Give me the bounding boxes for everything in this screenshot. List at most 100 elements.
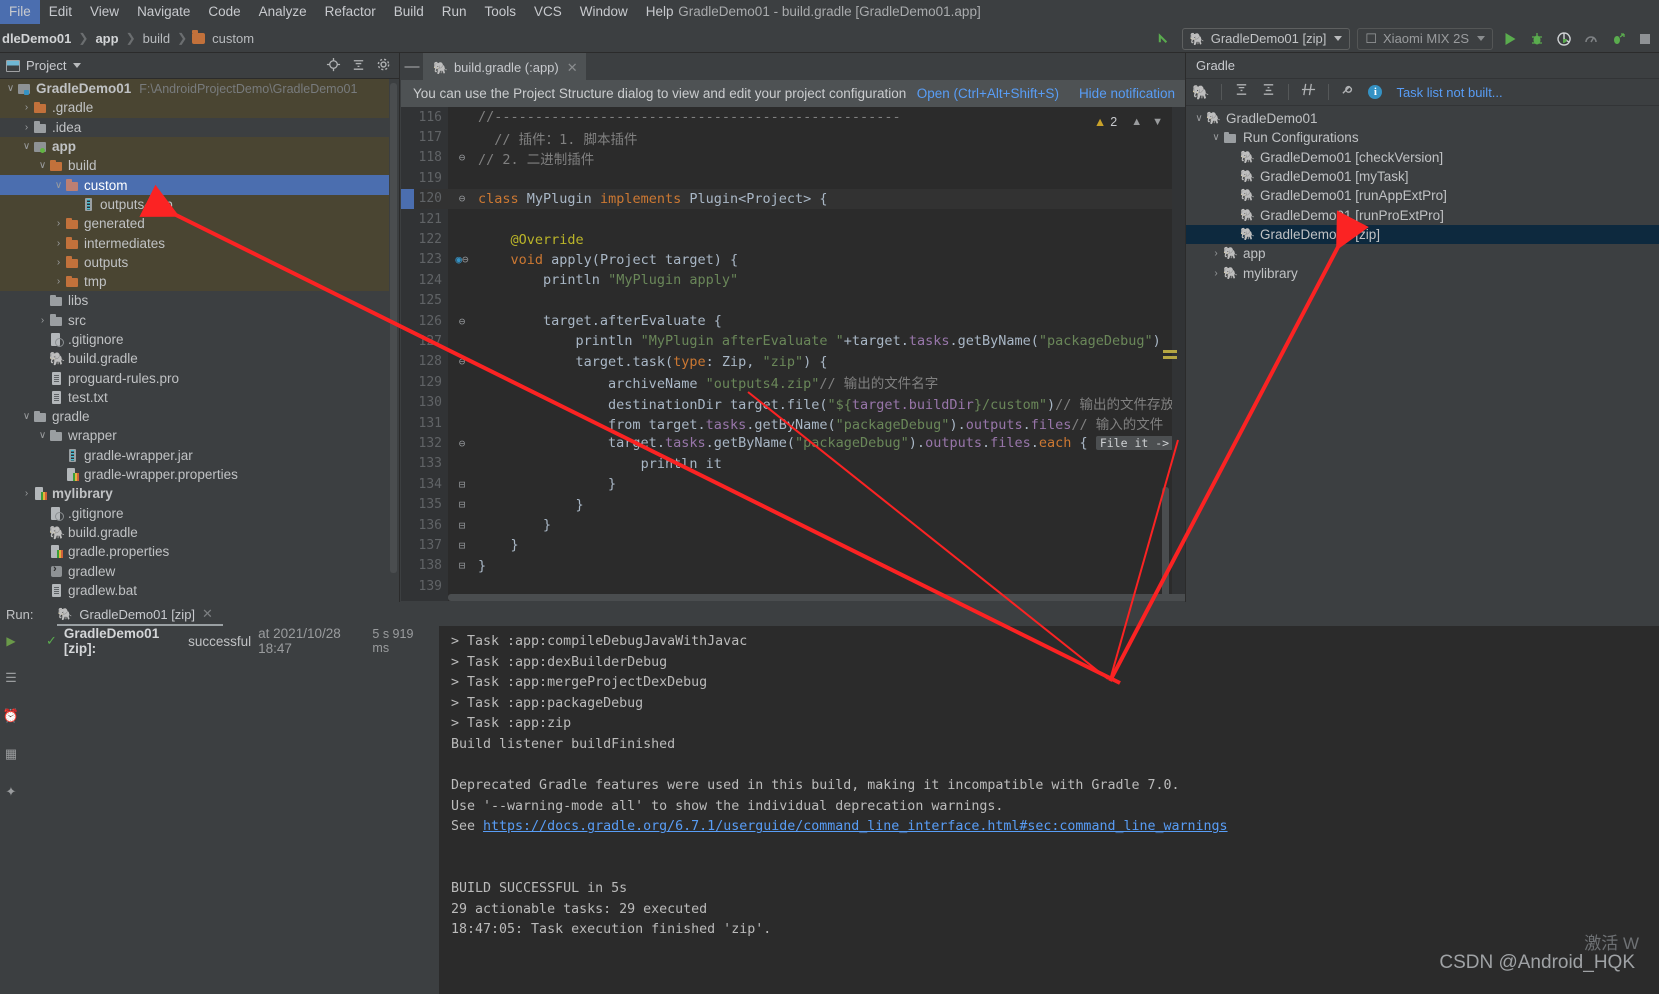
tree-row-build[interactable]: ∨ build bbox=[0, 156, 389, 176]
console-line-see-link[interactable]: See https://docs.gradle.org/6.7.1/usergu… bbox=[451, 819, 1659, 840]
close-icon[interactable]: ✕ bbox=[567, 60, 578, 76]
menu-build[interactable]: Build bbox=[385, 0, 433, 24]
tree-row--gradle[interactable]: › .gradle bbox=[0, 98, 389, 118]
gradle-tree-row-gradledemo01-mytask-[interactable]: 🐘 GradleDemo01 [myTask] bbox=[1186, 167, 1659, 186]
close-icon[interactable]: ✕ bbox=[202, 606, 213, 622]
editor-horizontal-scrollbar[interactable] bbox=[448, 594, 1185, 601]
tree-row-mylibrary[interactable]: › mylibrary bbox=[0, 484, 389, 503]
chevron-down-icon[interactable]: ∨ bbox=[52, 180, 65, 191]
chevron-down-icon[interactable]: ∨ bbox=[20, 141, 33, 152]
code-fold-icon[interactable]: ⊟ bbox=[448, 539, 476, 552]
gradle-tree-row-gradledemo01-runappextpro-[interactable]: 🐘 GradleDemo01 [runAppExtPro] bbox=[1186, 186, 1659, 205]
hide-notification-link[interactable]: Hide notification bbox=[1079, 86, 1175, 101]
code-line[interactable]: 134 ⊟ } bbox=[401, 474, 1185, 494]
gradle-tree-row-gradledemo01[interactable]: ∨ 🐘 GradleDemo01 bbox=[1186, 109, 1659, 128]
project-tree[interactable]: ∨ GradleDemo01 F:\AndroidProjectDemo\Gra… bbox=[0, 79, 389, 623]
locate-file-icon[interactable] bbox=[326, 57, 341, 75]
code-line[interactable]: 126 ⊖ target.afterEvaluate { bbox=[401, 311, 1185, 331]
code-fold-icon[interactable]: ⊖ bbox=[448, 315, 476, 328]
tree-row-build-gradle[interactable]: 🐘 build.gradle bbox=[0, 349, 389, 368]
chevron-down-icon[interactable]: ∨ bbox=[36, 430, 49, 441]
run-icon[interactable] bbox=[1500, 29, 1520, 49]
tree-row-root[interactable]: ∨ GradleDemo01 F:\AndroidProjectDemo\Gra… bbox=[0, 79, 389, 99]
search-everywhere-icon[interactable] bbox=[1155, 29, 1175, 49]
run-tab-gradledemo01-zip[interactable]: 🐘 GradleDemo01 [zip] ✕ bbox=[57, 602, 224, 626]
gradle-tree-row-gradledemo01-checkversion-[interactable]: 🐘 GradleDemo01 [checkVersion] bbox=[1186, 148, 1659, 167]
chevron-right-icon[interactable]: › bbox=[52, 238, 65, 249]
show-output-icon[interactable]: ▦ bbox=[5, 746, 17, 762]
code-line[interactable]: 127 println "MyPlugin afterEvaluate "+ta… bbox=[401, 331, 1185, 351]
menu-file[interactable]: File bbox=[0, 0, 40, 24]
run-with-coverage-icon[interactable] bbox=[1554, 29, 1574, 49]
gradle-tree-row-gradledemo01-zip-[interactable]: 🐘 GradleDemo01 [zip] bbox=[1186, 224, 1659, 245]
toggle-tasks-icon[interactable] bbox=[1301, 82, 1316, 102]
project-scrollbar[interactable] bbox=[390, 83, 397, 573]
tree-row--gitignore[interactable]: .gitignore bbox=[0, 504, 389, 523]
menu-navigate[interactable]: Navigate bbox=[128, 0, 199, 24]
code-fold-icon[interactable]: ⊖ bbox=[448, 151, 476, 164]
menu-analyze[interactable]: Analyze bbox=[250, 0, 316, 24]
chevron-right-icon[interactable]: › bbox=[36, 315, 49, 326]
code-lines[interactable]: 116 //-----------------------------------… bbox=[401, 107, 1185, 596]
code-line[interactable]: 122 @Override bbox=[401, 229, 1185, 249]
code-line[interactable]: 135 ⊟ } bbox=[401, 494, 1185, 514]
editor-tab-build-gradle[interactable]: 🐘 build.gradle (:app) ✕ bbox=[423, 53, 586, 80]
chevron-right-icon[interactable]: › bbox=[52, 218, 65, 229]
console-output[interactable]: > Task :app:compileDebugJavaWithJavac > T… bbox=[441, 626, 1659, 994]
rerun-icon[interactable]: ▶ bbox=[6, 634, 15, 648]
tree-row-app[interactable]: ∨ app bbox=[0, 136, 389, 157]
collapse-all-icon[interactable] bbox=[351, 57, 366, 75]
tree-row-src[interactable]: › src bbox=[0, 311, 389, 330]
code-fold-icon[interactable]: ⊖ bbox=[448, 192, 476, 205]
debug-icon[interactable] bbox=[1527, 29, 1547, 49]
run-build-tree[interactable]: ✓ GradleDemo01 [zip]: successful at 2021… bbox=[22, 626, 440, 994]
chevron-right-icon[interactable]: › bbox=[20, 488, 33, 499]
tree-row-proguard-rules-pro[interactable]: proguard-rules.pro bbox=[0, 368, 389, 387]
menu-edit[interactable]: Edit bbox=[40, 0, 81, 24]
code-fold-icon[interactable]: ⊟ bbox=[448, 519, 476, 532]
stop-icon[interactable] bbox=[1635, 29, 1655, 49]
build-status-row[interactable]: ✓ GradleDemo01 [zip]: successful at 2021… bbox=[22, 626, 439, 656]
menu-code[interactable]: Code bbox=[199, 0, 249, 24]
refresh-gradle-icon[interactable]: 🐘 bbox=[1192, 84, 1209, 101]
chevron-down-icon[interactable]: ∨ bbox=[1192, 113, 1206, 124]
code-fold-icon[interactable]: ⊖ bbox=[448, 355, 476, 368]
tree-row-test-txt[interactable]: test.txt bbox=[0, 388, 389, 407]
menu-view[interactable]: View bbox=[81, 0, 128, 24]
code-line[interactable]: 121 bbox=[401, 209, 1185, 229]
code-line[interactable]: 116 //-----------------------------------… bbox=[401, 107, 1185, 127]
code-line[interactable]: 123 ◉⊖ void apply(Project target) { bbox=[401, 250, 1185, 270]
inspection-status[interactable]: ▲ 2 ▲ ▼ bbox=[1094, 115, 1163, 129]
code-fold-icon[interactable]: ⊟ bbox=[448, 559, 476, 572]
gradle-tree-row-app[interactable]: › 🐘 app bbox=[1186, 244, 1659, 263]
code-line[interactable]: 133 println it bbox=[401, 454, 1185, 474]
breadcrumb-app[interactable]: app bbox=[93, 31, 120, 46]
toggle-tasks-icon[interactable]: ☰ bbox=[5, 670, 17, 686]
chevron-right-icon[interactable]: › bbox=[1209, 248, 1223, 259]
code-fold-icon[interactable]: ⊟ bbox=[448, 498, 476, 511]
code-fold-icon[interactable]: ⊟ bbox=[448, 478, 476, 491]
open-project-structure-link[interactable]: Open (Ctrl+Alt+Shift+S) bbox=[917, 86, 1059, 101]
breadcrumb-custom[interactable]: custom bbox=[210, 31, 256, 46]
tree-row-gradle[interactable]: ∨ gradle bbox=[0, 407, 389, 426]
code-line[interactable]: 131 from target.tasks.getByName("package… bbox=[401, 413, 1185, 434]
profiler-icon[interactable] bbox=[1581, 29, 1601, 49]
code-line[interactable]: 130 destinationDir target.file("${target… bbox=[401, 392, 1185, 413]
tree-row-gradlew[interactable]: gradlew bbox=[0, 561, 389, 580]
tree-row-gradle-wrapper-properties[interactable]: gradle-wrapper.properties bbox=[0, 465, 389, 484]
chevron-down-icon[interactable]: ∨ bbox=[1209, 132, 1223, 143]
gradle-tree-row-mylibrary[interactable]: › 🐘 mylibrary bbox=[1186, 263, 1659, 282]
menu-help[interactable]: Help bbox=[637, 0, 683, 24]
chevron-right-icon[interactable]: › bbox=[1209, 268, 1223, 279]
code-line[interactable]: 129 archiveName "outputs4.zip"// 输出的文件名字 bbox=[401, 372, 1185, 393]
chevron-right-icon[interactable]: › bbox=[52, 257, 65, 268]
code-line[interactable]: 117 // 插件：1. 脚本插件 bbox=[401, 127, 1185, 148]
run-configuration-selector[interactable]: 🐘 GradleDemo01 [zip] bbox=[1181, 27, 1351, 50]
tree-row--gitignore[interactable]: .gitignore bbox=[0, 330, 389, 349]
attach-debugger-icon[interactable] bbox=[1608, 29, 1628, 49]
code-line[interactable]: 132 ⊖ target.tasks.getByName("packageDebu… bbox=[401, 433, 1185, 453]
code-line[interactable]: 119 bbox=[401, 168, 1185, 188]
gradle-tree[interactable]: ∨ 🐘 GradleDemo01 ∨ Run Configurations 🐘 Gradle… bbox=[1186, 106, 1659, 283]
menu-run[interactable]: Run bbox=[433, 0, 476, 24]
chevron-down-icon[interactable]: ∨ bbox=[4, 83, 17, 94]
